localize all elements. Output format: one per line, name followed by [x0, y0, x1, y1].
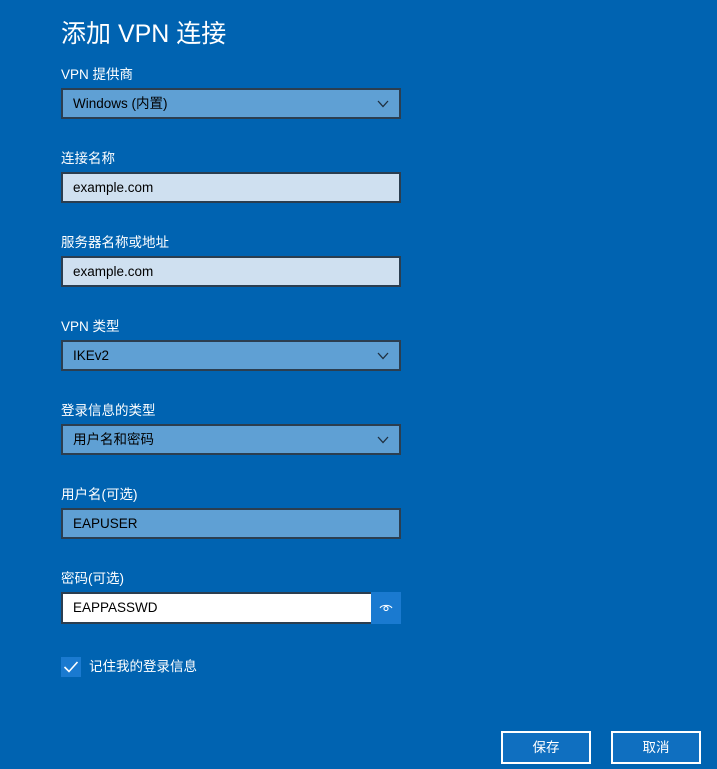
remember-checkbox[interactable]	[61, 657, 81, 677]
eye-icon	[379, 604, 393, 612]
vpn-type-value: IKEv2	[73, 348, 110, 363]
provider-select[interactable]: Windows (内置)	[61, 88, 401, 119]
save-button[interactable]: 保存	[501, 731, 591, 764]
provider-label: VPN 提供商	[61, 67, 134, 82]
connection-name-input[interactable]: example.com	[61, 172, 401, 203]
server-value: example.com	[73, 264, 154, 279]
checkmark-icon	[63, 661, 79, 673]
username-value: EAPUSER	[73, 516, 138, 531]
password-input[interactable]: EAPPASSWD	[61, 592, 373, 624]
provider-value: Windows (内置)	[73, 96, 168, 111]
page-title: 添加 VPN 连接	[61, 20, 227, 48]
vpn-type-select[interactable]: IKEv2	[61, 340, 401, 371]
password-label: 密码(可选)	[61, 571, 124, 586]
chevron-down-icon	[377, 100, 389, 108]
vpn-type-label: VPN 类型	[61, 319, 120, 334]
signin-type-select[interactable]: 用户名和密码	[61, 424, 401, 455]
username-input[interactable]: EAPUSER	[61, 508, 401, 539]
chevron-down-icon	[377, 352, 389, 360]
server-input[interactable]: example.com	[61, 256, 401, 287]
remember-label[interactable]: 记住我的登录信息	[89, 658, 197, 676]
chevron-down-icon	[377, 436, 389, 444]
server-label: 服务器名称或地址	[61, 235, 169, 250]
connection-name-value: example.com	[73, 180, 154, 195]
cancel-button[interactable]: 取消	[611, 731, 701, 764]
username-label: 用户名(可选)	[61, 487, 138, 502]
signin-type-value: 用户名和密码	[73, 432, 154, 447]
signin-type-label: 登录信息的类型	[61, 403, 156, 418]
password-value: EAPPASSWD	[73, 600, 158, 615]
reveal-password-button[interactable]	[371, 592, 401, 624]
connection-name-label: 连接名称	[61, 151, 115, 166]
